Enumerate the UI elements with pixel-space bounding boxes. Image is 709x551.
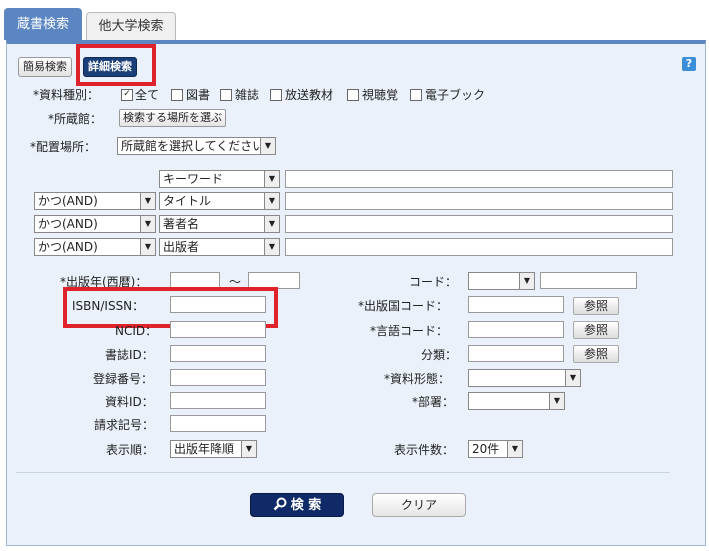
magnifier-icon (273, 497, 287, 511)
sort-select[interactable]: 出版年降順 ▼ (170, 440, 257, 458)
chevron-down-icon: ▼ (140, 239, 155, 255)
language-code-input[interactable] (468, 321, 564, 338)
tab-holdings-search[interactable]: 蔵書検索 (4, 8, 82, 40)
ncid-input[interactable] (170, 321, 266, 338)
checkbox-ebook[interactable] (410, 89, 422, 101)
country-code-input[interactable] (468, 296, 564, 313)
field-select-4[interactable]: 出版者 ▼ (159, 238, 280, 256)
chevron-down-icon: ▼ (519, 273, 534, 289)
chevron-down-icon: ▼ (260, 138, 275, 154)
material-form-select[interactable]: ▼ (468, 369, 581, 387)
code-label: コード： (409, 275, 458, 289)
search-label: 検 索 (290, 498, 322, 513)
country-ref-button[interactable]: 参照 (573, 297, 619, 315)
option-audiovisual-label: 視聴覚 (362, 88, 399, 102)
search-button[interactable]: 検 索 (250, 493, 344, 517)
code-type-select[interactable]: ▼ (468, 272, 535, 290)
material-id-label: 資料ID： (105, 395, 154, 409)
operator-select-4[interactable]: かつ(AND) ▼ (34, 238, 156, 256)
operator-select-2[interactable]: かつ(AND) ▼ (34, 192, 156, 210)
classification-ref-button[interactable]: 参照 (573, 345, 619, 363)
field-select-3[interactable]: 著者名 ▼ (159, 215, 280, 233)
operator-value-3: かつ(AND) (38, 217, 98, 231)
call-no-label: 請求記号： (94, 418, 155, 432)
checkbox-audiovisual[interactable] (347, 89, 359, 101)
sort-label: 表示順： (106, 443, 155, 457)
checkbox-all[interactable]: ✓ (121, 89, 133, 101)
field-value-2: タイトル (163, 194, 212, 208)
field-value-1: キーワード (163, 172, 224, 186)
code-input[interactable] (540, 272, 637, 289)
simple-search-button[interactable]: 簡易検索 (18, 57, 72, 77)
chevron-down-icon: ▼ (241, 441, 256, 457)
language-code-label: *言語コード： (370, 324, 449, 338)
chevron-down-icon: ▼ (565, 370, 580, 386)
checkbox-journals[interactable] (220, 89, 232, 101)
language-ref-button[interactable]: 参照 (573, 321, 619, 339)
keyword-input-1[interactable] (285, 170, 673, 188)
keyword-input-2[interactable] (285, 192, 673, 210)
dept-select[interactable]: ▼ (468, 392, 565, 410)
checkbox-broadcast[interactable] (270, 89, 282, 101)
field-select-1[interactable]: キーワード ▼ (159, 170, 280, 188)
chevron-down-icon: ▼ (264, 216, 279, 232)
chevron-down-icon: ▼ (140, 193, 155, 209)
option-ebook-label: 電子ブック (425, 88, 486, 102)
option-journals-label: 雑誌 (235, 88, 260, 102)
operator-select-3[interactable]: かつ(AND) ▼ (34, 215, 156, 233)
bib-id-input[interactable] (170, 345, 266, 362)
option-broadcast-label: 放送教材 (285, 88, 334, 102)
material-id-input[interactable] (170, 392, 266, 409)
keyword-input-4[interactable] (285, 238, 673, 256)
option-all-label: 全て (135, 88, 160, 102)
results-count-select[interactable]: 20件 ▼ (468, 440, 523, 458)
operator-value-2: かつ(AND) (38, 194, 98, 208)
option-books-label: 図書 (186, 88, 211, 102)
reg-no-label: 登録番号： (93, 372, 154, 386)
choose-location-button[interactable]: 検索する場所を選ぶ (119, 109, 226, 127)
keyword-input-3[interactable] (285, 215, 673, 233)
ncid-label: NCID： (115, 324, 158, 338)
results-count-label: 表示件数： (394, 443, 455, 457)
material-type-label: *資料種別： (33, 88, 100, 102)
chevron-down-icon: ▼ (549, 393, 564, 409)
clear-button[interactable]: クリア (372, 493, 466, 517)
material-form-label: *資料形態： (384, 372, 451, 386)
chevron-down-icon: ▼ (507, 441, 522, 457)
country-code-label: *出版国コード： (358, 299, 449, 313)
sort-value: 出版年降順 (174, 442, 235, 456)
checkbox-books[interactable] (171, 89, 183, 101)
dept-label: *部署： (412, 395, 455, 409)
holding-label: *所蔵館： (48, 112, 103, 126)
operator-value-4: かつ(AND) (38, 240, 98, 254)
help-icon[interactable]: ? (682, 57, 696, 71)
classification-label: 分類： (421, 348, 458, 362)
results-count-value: 20件 (472, 442, 500, 456)
tab-other-university-search[interactable]: 他大学検索 (86, 12, 176, 40)
chevron-down-icon: ▼ (264, 193, 279, 209)
call-no-input[interactable] (170, 415, 266, 432)
field-select-2[interactable]: タイトル ▼ (159, 192, 280, 210)
reg-no-input[interactable] (170, 369, 266, 386)
location-select[interactable]: 所蔵館を選択してください ▼ (117, 137, 276, 155)
chevron-down-icon: ▼ (140, 216, 155, 232)
chevron-down-icon: ▼ (264, 239, 279, 255)
bib-id-label: 書誌ID： (105, 348, 154, 362)
highlight-box-detailed (76, 44, 156, 86)
classification-input[interactable] (468, 345, 564, 362)
location-value: 所蔵館を選択してください (121, 139, 265, 153)
location-label: *配置場所： (30, 140, 97, 154)
divider (16, 472, 670, 473)
field-value-3: 著者名 (163, 217, 200, 231)
chevron-down-icon: ▼ (264, 171, 279, 187)
field-value-4: 出版者 (163, 240, 200, 254)
